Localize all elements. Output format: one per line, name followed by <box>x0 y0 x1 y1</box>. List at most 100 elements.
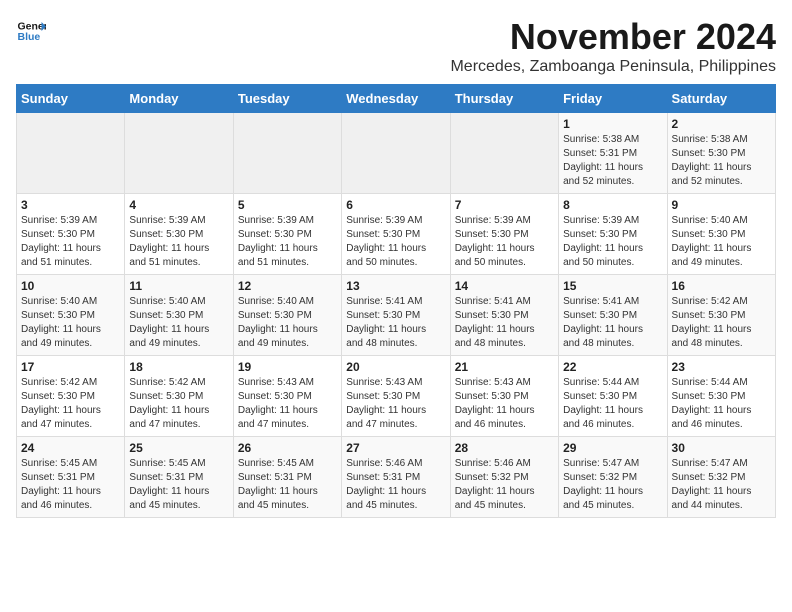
day-info: Sunrise: 5:46 AMSunset: 5:32 PMDaylight:… <box>455 457 554 513</box>
day-info: Sunrise: 5:39 AMSunset: 5:30 PMDaylight:… <box>563 214 662 270</box>
day-info: Sunrise: 5:43 AMSunset: 5:30 PMDaylight:… <box>238 376 337 432</box>
table-row: 19 Sunrise: 5:43 AMSunset: 5:30 PMDayligh… <box>233 356 341 437</box>
logo: General Blue <box>16 16 46 46</box>
calendar-table: Sunday Monday Tuesday Wednesday Thursday… <box>16 84 776 518</box>
day-number: 22 <box>563 360 662 374</box>
table-row: 9 Sunrise: 5:40 AMSunset: 5:30 PMDaylight… <box>667 194 775 275</box>
day-info: Sunrise: 5:46 AMSunset: 5:31 PMDaylight:… <box>346 457 445 513</box>
table-row: 16Sunrise: 5:42 AMSunset: 5:30 PMDayligh… <box>667 275 775 356</box>
table-row: 10Sunrise: 5:40 AMSunset: 5:30 PMDayligh… <box>17 275 125 356</box>
day-number: 6 <box>346 198 445 212</box>
day-info: Sunrise: 5:47 AMSunset: 5:32 PMDaylight:… <box>672 457 771 513</box>
table-row: 15 Sunrise: 5:41 AMSunset: 5:30 PMDayligh… <box>559 275 667 356</box>
day-number: 29 <box>563 441 662 455</box>
table-row: 21 Sunrise: 5:43 AMSunset: 5:30 PMDayligh… <box>450 356 558 437</box>
table-row: 5 Sunrise: 5:39 AMSunset: 5:30 PMDaylight… <box>233 194 341 275</box>
day-info: Sunrise: 5:45 AMSunset: 5:31 PMDaylight:… <box>129 457 228 513</box>
calendar-week-row: 24 Sunrise: 5:45 AMSunset: 5:31 PMDayligh… <box>17 437 776 518</box>
day-number: 20 <box>346 360 445 374</box>
day-info: Sunrise: 5:47 AMSunset: 5:32 PMDaylight:… <box>563 457 662 513</box>
day-number: 30 <box>672 441 771 455</box>
header-thursday: Thursday <box>450 85 558 113</box>
day-info: Sunrise: 5:39 AMSunset: 5:30 PMDaylight:… <box>455 214 554 270</box>
day-info: Sunrise: 5:44 AMSunset: 5:30 PMDaylight:… <box>563 376 662 432</box>
table-row <box>17 113 125 194</box>
day-info: Sunrise: 5:45 AMSunset: 5:31 PMDaylight:… <box>21 457 120 513</box>
title-section: November 2024 Mercedes, Zamboanga Penins… <box>450 16 776 76</box>
day-number: 28 <box>455 441 554 455</box>
header-saturday: Saturday <box>667 85 775 113</box>
day-info: Sunrise: 5:41 AMSunset: 5:30 PMDaylight:… <box>563 295 662 351</box>
table-row: 24 Sunrise: 5:45 AMSunset: 5:31 PMDayligh… <box>17 437 125 518</box>
table-row: 22 Sunrise: 5:44 AMSunset: 5:30 PMDayligh… <box>559 356 667 437</box>
table-row: 13 Sunrise: 5:41 AMSunset: 5:30 PMDayligh… <box>342 275 450 356</box>
day-info: Sunrise: 5:42 AMSunset: 5:30 PMDaylight:… <box>21 376 120 432</box>
day-number: 8 <box>563 198 662 212</box>
day-number: 26 <box>238 441 337 455</box>
table-row: 28 Sunrise: 5:46 AMSunset: 5:32 PMDayligh… <box>450 437 558 518</box>
table-row <box>125 113 233 194</box>
table-row: 18Sunrise: 5:42 AMSunset: 5:30 PMDayligh… <box>125 356 233 437</box>
day-info: Sunrise: 5:40 AMSunset: 5:30 PMDaylight:… <box>129 295 228 351</box>
day-info: Sunrise: 5:38 AMSunset: 5:31 PMDaylight:… <box>563 133 662 189</box>
day-number: 3 <box>21 198 120 212</box>
day-info: Sunrise: 5:43 AMSunset: 5:30 PMDaylight:… <box>455 376 554 432</box>
day-info: Sunrise: 5:44 AMSunset: 5:30 PMDaylight:… <box>672 376 771 432</box>
day-info: Sunrise: 5:39 AMSunset: 5:30 PMDaylight:… <box>21 214 120 270</box>
day-number: 15 <box>563 279 662 293</box>
day-info: Sunrise: 5:38 AMSunset: 5:30 PMDaylight:… <box>672 133 771 189</box>
month-year-title: November 2024 <box>450 16 776 58</box>
day-info: Sunrise: 5:40 AMSunset: 5:30 PMDaylight:… <box>672 214 771 270</box>
table-row: 23Sunrise: 5:44 AMSunset: 5:30 PMDayligh… <box>667 356 775 437</box>
day-info: Sunrise: 5:43 AMSunset: 5:30 PMDaylight:… <box>346 376 445 432</box>
day-number: 9 <box>672 198 771 212</box>
day-number: 27 <box>346 441 445 455</box>
table-row: 6 Sunrise: 5:39 AMSunset: 5:30 PMDaylight… <box>342 194 450 275</box>
day-number: 2 <box>672 117 771 131</box>
day-number: 5 <box>238 198 337 212</box>
day-info: Sunrise: 5:41 AMSunset: 5:30 PMDaylight:… <box>455 295 554 351</box>
table-row: 20 Sunrise: 5:43 AMSunset: 5:30 PMDayligh… <box>342 356 450 437</box>
table-row: 14 Sunrise: 5:41 AMSunset: 5:30 PMDayligh… <box>450 275 558 356</box>
weekday-header-row: Sunday Monday Tuesday Wednesday Thursday… <box>17 85 776 113</box>
page-header: General Blue November 2024 Mercedes, Zam… <box>16 16 776 76</box>
header-monday: Monday <box>125 85 233 113</box>
day-number: 21 <box>455 360 554 374</box>
day-info: Sunrise: 5:45 AMSunset: 5:31 PMDaylight:… <box>238 457 337 513</box>
svg-text:Blue: Blue <box>18 31 41 43</box>
table-row: 2 Sunrise: 5:38 AMSunset: 5:30 PMDaylight… <box>667 113 775 194</box>
table-row: 27 Sunrise: 5:46 AMSunset: 5:31 PMDayligh… <box>342 437 450 518</box>
calendar-week-row: 1 Sunrise: 5:38 AMSunset: 5:31 PMDaylight… <box>17 113 776 194</box>
calendar-body: 1 Sunrise: 5:38 AMSunset: 5:31 PMDaylight… <box>17 113 776 518</box>
day-number: 24 <box>21 441 120 455</box>
table-row <box>233 113 341 194</box>
table-row <box>342 113 450 194</box>
day-number: 25 <box>129 441 228 455</box>
table-row: 11 Sunrise: 5:40 AMSunset: 5:30 PMDayligh… <box>125 275 233 356</box>
table-row <box>450 113 558 194</box>
day-number: 11 <box>129 279 228 293</box>
table-row: 25 Sunrise: 5:45 AMSunset: 5:31 PMDayligh… <box>125 437 233 518</box>
header-tuesday: Tuesday <box>233 85 341 113</box>
day-number: 7 <box>455 198 554 212</box>
day-number: 17 <box>21 360 120 374</box>
day-info: Sunrise: 5:39 AMSunset: 5:30 PMDaylight:… <box>346 214 445 270</box>
day-info: Sunrise: 5:40 AMSunset: 5:30 PMDaylight:… <box>21 295 120 351</box>
day-info: Sunrise: 5:39 AMSunset: 5:30 PMDaylight:… <box>238 214 337 270</box>
table-row: 7 Sunrise: 5:39 AMSunset: 5:30 PMDaylight… <box>450 194 558 275</box>
header-friday: Friday <box>559 85 667 113</box>
day-number: 19 <box>238 360 337 374</box>
header-wednesday: Wednesday <box>342 85 450 113</box>
day-number: 14 <box>455 279 554 293</box>
calendar-week-row: 17 Sunrise: 5:42 AMSunset: 5:30 PMDayligh… <box>17 356 776 437</box>
day-number: 1 <box>563 117 662 131</box>
day-number: 13 <box>346 279 445 293</box>
day-info: Sunrise: 5:39 AMSunset: 5:30 PMDaylight:… <box>129 214 228 270</box>
day-number: 4 <box>129 198 228 212</box>
calendar-week-row: 10Sunrise: 5:40 AMSunset: 5:30 PMDayligh… <box>17 275 776 356</box>
table-row: 1 Sunrise: 5:38 AMSunset: 5:31 PMDaylight… <box>559 113 667 194</box>
table-row: 29 Sunrise: 5:47 AMSunset: 5:32 PMDayligh… <box>559 437 667 518</box>
day-info: Sunrise: 5:41 AMSunset: 5:30 PMDaylight:… <box>346 295 445 351</box>
day-number: 18 <box>129 360 228 374</box>
day-info: Sunrise: 5:42 AMSunset: 5:30 PMDaylight:… <box>672 295 771 351</box>
